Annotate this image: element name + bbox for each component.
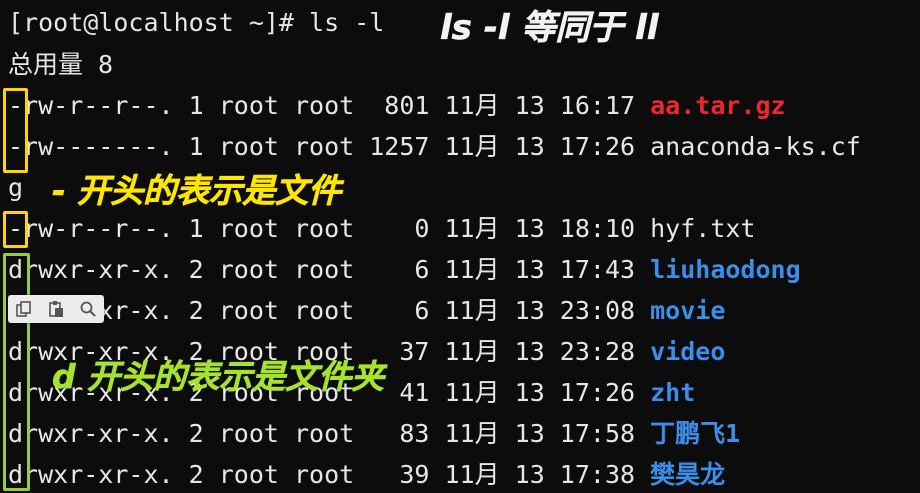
dir-annotation: d 开头的表示是文件夹 (52, 357, 385, 397)
listing-row: -rw-r--r--. 1 root root 801 11月 13 16:17… (8, 86, 786, 126)
file-name[interactable]: 樊昊龙 (650, 460, 725, 489)
title-annotation: ls -l 等同于 ll (440, 8, 659, 49)
file-name[interactable]: hyf.txt (650, 214, 755, 243)
search-icon[interactable] (77, 298, 99, 320)
command-prompt: [root@localhost ~]# ls -l (8, 8, 385, 37)
listing-row: drwxr-xr-x. 2 root root 39 11月 13 17:38 … (8, 455, 725, 493)
file-name[interactable]: 丁鹏飞1 (650, 419, 740, 448)
paste-icon[interactable] (45, 298, 67, 320)
file-metadata: -rw-------. 1 root root 1257 11月 13 17:2… (8, 132, 651, 161)
wrapped-filename-line: g (8, 173, 24, 202)
file-metadata: -rw-r--r--. 1 root root 0 11月 13 18:10 (8, 214, 651, 243)
file-name[interactable]: movie (650, 296, 725, 325)
listing-row: -rw-------. 1 root root 1257 11月 13 17:2… (8, 127, 861, 167)
file-metadata: drwxr-xr-x. 2 root root 83 11月 13 17:58 (8, 419, 651, 448)
listing-row: drwxr-xr-x. 2 root root 6 11月 13 23:08 m… (8, 291, 725, 331)
file-metadata: drwxr-xr-x. 2 root root 6 11月 13 17:43 (8, 255, 651, 284)
file-name[interactable]: anaconda-ks.cf (650, 132, 861, 161)
copy-icon[interactable] (13, 298, 35, 320)
file-name[interactable]: zht (650, 378, 695, 407)
total-line: 总用量 8 (8, 50, 114, 79)
listing-row: -rw-r--r--. 1 root root 0 11月 13 18:10 h… (8, 209, 755, 249)
file-name[interactable]: video (650, 337, 725, 366)
file-prefix-highlight (3, 88, 28, 173)
file-annotation: - 开头的表示是文件 (52, 171, 342, 211)
listing-row: drwxr-xr-x. 2 root root 83 11月 13 17:58 … (8, 414, 740, 454)
file-name[interactable]: aa.tar.gz (650, 91, 785, 120)
file-prefix-highlight (3, 211, 28, 248)
file-metadata: -rw-r--r--. 1 root root 801 11月 13 16:17 (8, 91, 651, 120)
file-name[interactable]: liuhaodong (650, 255, 801, 284)
listing-row: drwxr-xr-x. 2 root root 6 11月 13 17:43 l… (8, 250, 801, 290)
selection-toolbar (8, 295, 104, 323)
terminal-window[interactable]: [root@localhost ~]# ls -l 总用量 8 -rw-r--r… (0, 0, 920, 493)
file-metadata: drwxr-xr-x. 2 root root 6 11月 13 23:08 (8, 296, 651, 325)
dir-prefix-highlight (3, 253, 30, 491)
file-metadata: drwxr-xr-x. 2 root root 39 11月 13 17:38 (8, 460, 651, 489)
